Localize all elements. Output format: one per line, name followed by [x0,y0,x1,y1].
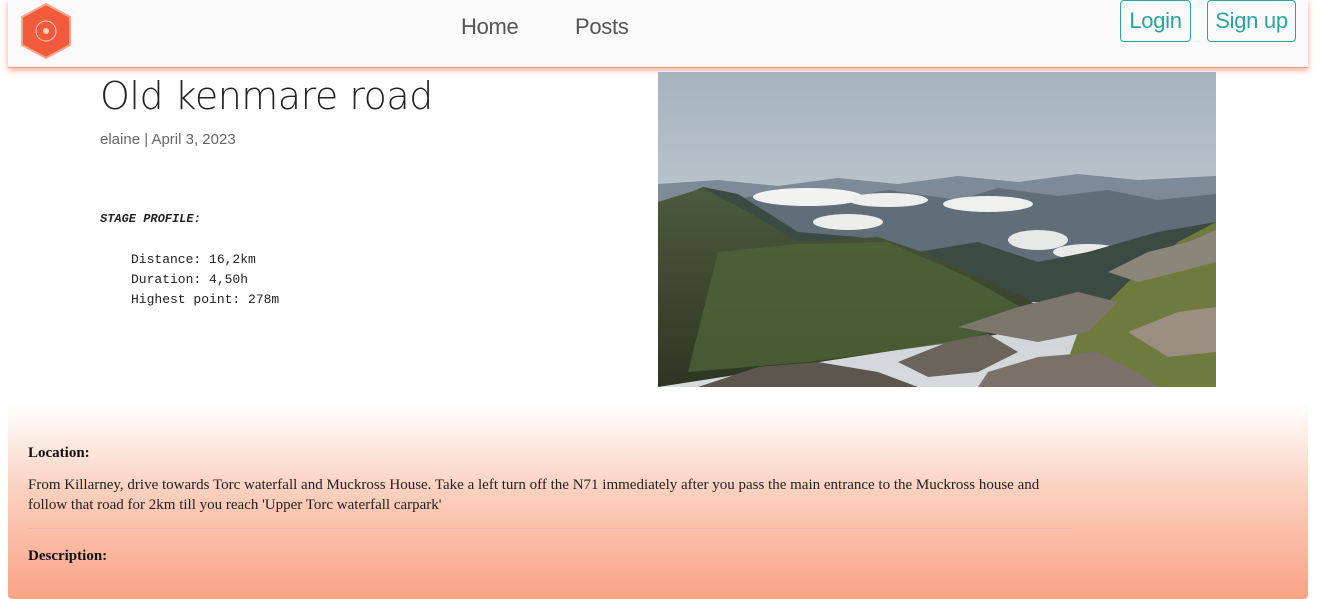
signup-button[interactable]: Sign up [1207,0,1296,42]
section-divider [28,528,1072,529]
distance-stat: Distance: 16,2km [131,252,256,267]
navbar: Home Posts Login Sign up [8,0,1308,68]
highest-point-stat: Highest point: 278m [131,292,280,307]
stage-stats: Distance: 16,2km Duration: 4,50h Highest… [131,250,279,310]
logo-icon [21,2,71,60]
mountain-landscape-image [658,72,1216,387]
post-title: Old kenmare road [100,74,433,118]
duration-stat: Duration: 4,50h [131,272,249,287]
info-panel: Location: From Killarney, drive towards … [8,403,1308,599]
site-logo[interactable] [20,2,72,60]
stage-profile-label: STAGE PROFILE: [100,212,201,226]
login-button[interactable]: Login [1120,0,1191,42]
nav-posts-link[interactable]: Posts [575,14,629,40]
location-text: From Killarney, drive towards Torc water… [28,477,1040,513]
location-label: Location: [28,445,90,461]
description-label: Description: [28,548,108,564]
post-image [658,72,1216,387]
post-meta: elaine | April 3, 2023 [100,131,236,148]
nav-home-link[interactable]: Home [461,14,519,40]
